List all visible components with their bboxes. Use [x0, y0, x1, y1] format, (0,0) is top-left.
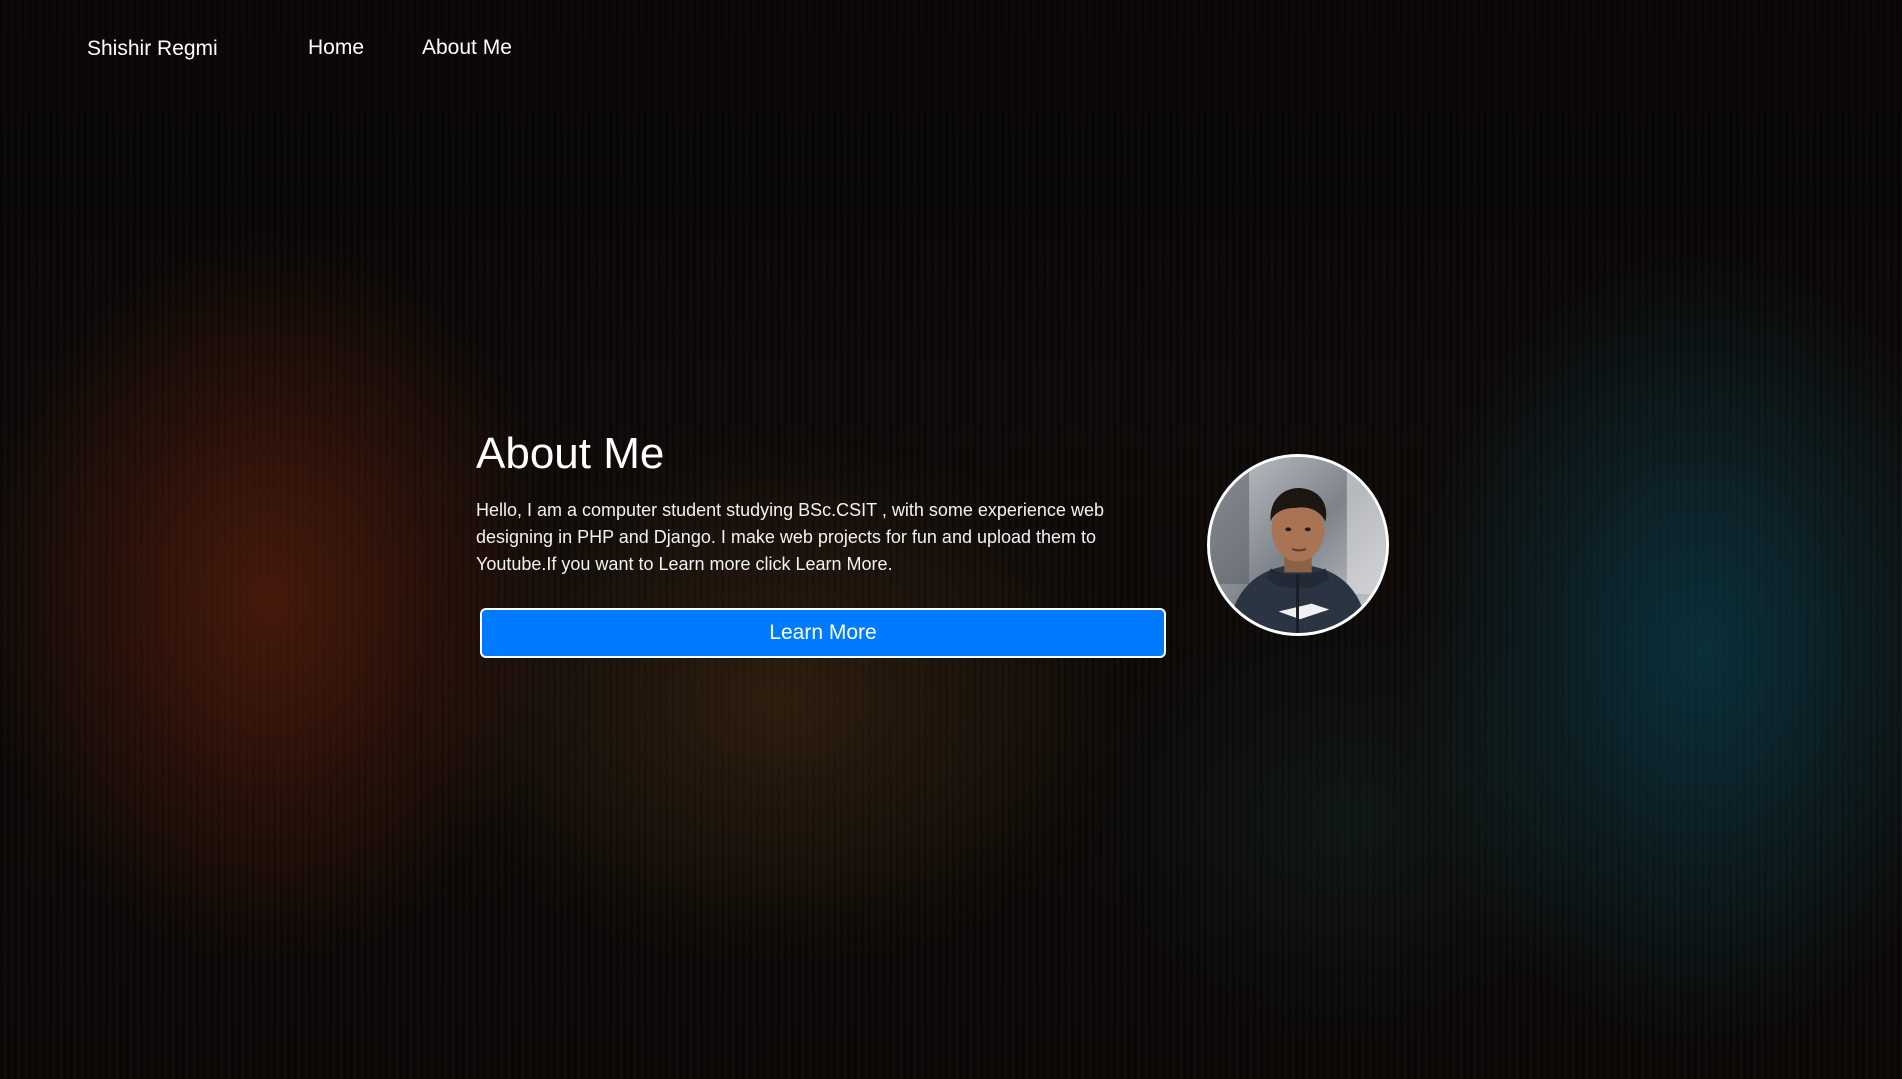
profile-photo: [1210, 457, 1386, 633]
brand-link[interactable]: Shishir Regmi: [87, 37, 218, 61]
nav-about-link[interactable]: About Me: [422, 36, 512, 60]
nav-home-link[interactable]: Home: [308, 36, 364, 60]
about-section: About Me Hello, I am a computer student …: [476, 428, 1176, 658]
learn-more-button[interactable]: Learn More: [480, 608, 1166, 658]
about-title: About Me: [476, 429, 665, 478]
about-description: Hello, I am a computer student studying …: [476, 499, 1104, 574]
top-navbar: Shishir Regmi Home About Me: [0, 0, 1902, 114]
profile-avatar: [1207, 454, 1389, 636]
